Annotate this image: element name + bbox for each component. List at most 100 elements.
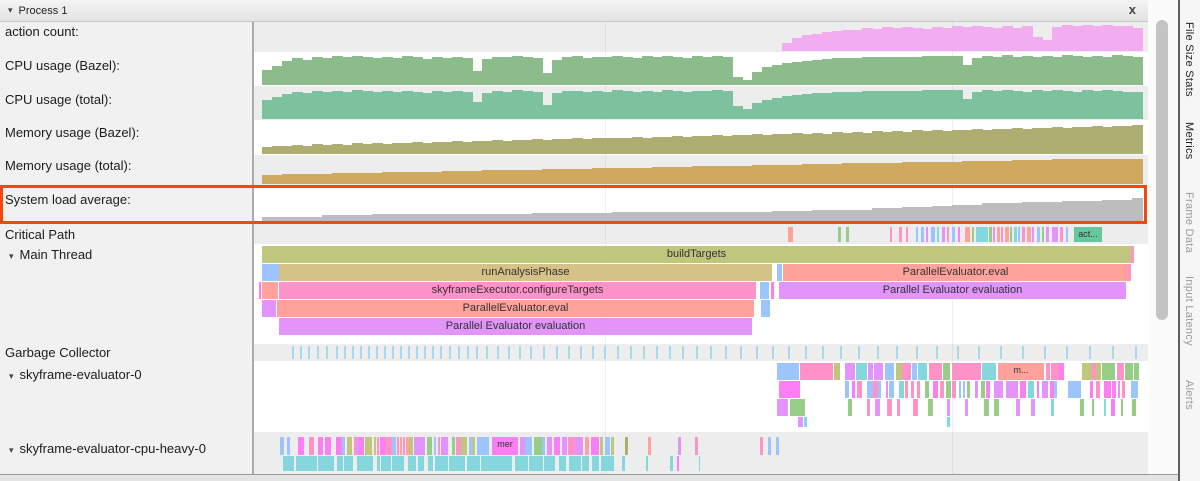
tab-input-latency[interactable]: Input Latency — [1183, 276, 1195, 346]
thread-slice[interactable] — [544, 456, 555, 471]
gc-tick[interactable] — [936, 346, 938, 359]
main-thread-slice[interactable]: buildTargets — [262, 246, 1131, 263]
gc-tick[interactable] — [896, 346, 898, 359]
thread-slice[interactable] — [1082, 363, 1092, 380]
critical-path-segment[interactable] — [926, 227, 928, 242]
critical-path-segment[interactable] — [906, 227, 908, 242]
thread-slice[interactable] — [397, 437, 399, 455]
thread-slice[interactable] — [899, 381, 904, 398]
tab-metrics[interactable]: Metrics — [1183, 122, 1195, 160]
thread-slice[interactable] — [677, 456, 679, 471]
gc-tick[interactable] — [1089, 346, 1091, 359]
main-thread-slice[interactable] — [259, 282, 261, 299]
thread-slice[interactable] — [1102, 363, 1115, 380]
gc-tick[interactable] — [617, 346, 619, 359]
thread-slice[interactable] — [986, 381, 990, 398]
thread-slice[interactable] — [625, 437, 628, 455]
thread-slice[interactable] — [418, 456, 424, 471]
collapse-triangle-icon[interactable]: ▾ — [9, 371, 14, 381]
collapse-triangle-icon[interactable]: ▾ — [9, 445, 14, 455]
critical-path-segment[interactable] — [1066, 227, 1068, 242]
gc-tick[interactable] — [592, 346, 594, 359]
thread-slice[interactable] — [875, 399, 880, 416]
gc-tick[interactable] — [740, 346, 742, 359]
thread-slice[interactable] — [1090, 381, 1093, 398]
thread-slice[interactable] — [515, 456, 528, 471]
thread-slice[interactable] — [357, 456, 373, 471]
gc-tick[interactable] — [360, 346, 362, 359]
gc-tick[interactable] — [508, 346, 510, 359]
thread-slice[interactable] — [528, 437, 532, 455]
thread-slice[interactable] — [1020, 381, 1026, 398]
collapse-triangle-icon[interactable]: ▾ — [9, 251, 14, 261]
critical-path-segment[interactable] — [958, 227, 960, 242]
thread-slice[interactable] — [434, 437, 436, 455]
gc-tick[interactable] — [543, 346, 545, 359]
thread-slice[interactable] — [965, 399, 968, 416]
thread-slice[interactable] — [940, 381, 944, 398]
gc-tick[interactable] — [756, 346, 758, 359]
thread-slice[interactable] — [377, 437, 379, 455]
thread-slice[interactable] — [605, 437, 610, 455]
gc-tick[interactable] — [519, 346, 521, 359]
thread-slice[interactable] — [913, 399, 918, 416]
main-thread-slice[interactable]: runAnalysisPhase — [279, 264, 772, 281]
critical-path-segment[interactable] — [937, 227, 939, 242]
thread-slice[interactable] — [325, 437, 331, 455]
thread-slice[interactable] — [1134, 363, 1139, 380]
thread-slice[interactable] — [852, 381, 855, 398]
thread-slice[interactable] — [1031, 399, 1035, 416]
thread-slice[interactable] — [943, 363, 950, 380]
thread-slice[interactable] — [359, 437, 364, 455]
thread-slice[interactable] — [422, 437, 425, 455]
thread-slice[interactable] — [1080, 399, 1084, 416]
main-thread-slice[interactable]: ParallelEvaluator.eval — [277, 300, 754, 317]
thread-slice[interactable] — [600, 437, 603, 455]
thread-slice[interactable] — [296, 456, 309, 471]
thread-slice[interactable] — [1104, 381, 1111, 398]
main-thread-slice[interactable]: skyframeExecutor.configureTargets — [279, 282, 756, 299]
thread-slice[interactable] — [648, 437, 651, 455]
gc-tick[interactable] — [376, 346, 378, 359]
gc-tick[interactable] — [458, 346, 460, 359]
thread-slice[interactable] — [834, 363, 840, 380]
thread-slice[interactable] — [994, 399, 999, 416]
thread-slice[interactable] — [441, 437, 448, 455]
gc-tick[interactable] — [368, 346, 370, 359]
thread-slice[interactable] — [867, 399, 870, 416]
thread-slice[interactable] — [1112, 381, 1116, 398]
thread-slice[interactable] — [968, 363, 981, 380]
thread-slice[interactable] — [947, 417, 950, 427]
thread-slice[interactable]: m... — [998, 363, 1044, 380]
vertical-scrollbar-thumb[interactable] — [1156, 20, 1168, 320]
thread-row-skyframe-evaluator-cpu-heavy-0[interactable]: ▾skyframe-evaluator-cpu-heavy-0 — [9, 441, 206, 456]
thread-slice[interactable] — [798, 417, 803, 427]
gc-tick[interactable] — [400, 346, 402, 359]
gc-tick[interactable] — [476, 346, 478, 359]
thread-slice[interactable] — [438, 437, 440, 455]
main-thread-slice[interactable] — [771, 282, 774, 299]
critical-path-segment[interactable] — [997, 227, 1000, 242]
thread-slice[interactable] — [283, 456, 294, 471]
thread-slice[interactable] — [918, 363, 927, 380]
gc-tick[interactable] — [1044, 346, 1046, 359]
critical-path-segment[interactable] — [1005, 227, 1009, 242]
critical-path-segment[interactable] — [993, 227, 995, 242]
thread-slice[interactable] — [452, 437, 455, 455]
thread-slice[interactable] — [569, 456, 581, 471]
thread-slice[interactable] — [790, 399, 805, 416]
thread-slice[interactable] — [427, 437, 432, 455]
thread-slice[interactable] — [1131, 381, 1138, 398]
thread-slice[interactable] — [982, 363, 993, 380]
gc-tick[interactable] — [344, 346, 346, 359]
critical-path-segment[interactable] — [921, 227, 924, 242]
thread-slice[interactable] — [1054, 381, 1057, 398]
thread-slice[interactable] — [1125, 363, 1133, 380]
gc-tick[interactable] — [978, 346, 980, 359]
thread-slice[interactable] — [414, 437, 422, 455]
thread-slice[interactable] — [917, 381, 920, 398]
thread-slice[interactable] — [592, 456, 599, 471]
main-thread-slice[interactable] — [1128, 264, 1131, 281]
tab-frame-data[interactable]: Frame Data — [1183, 192, 1195, 253]
collapse-triangle-icon[interactable]: ▾ — [8, 5, 13, 16]
